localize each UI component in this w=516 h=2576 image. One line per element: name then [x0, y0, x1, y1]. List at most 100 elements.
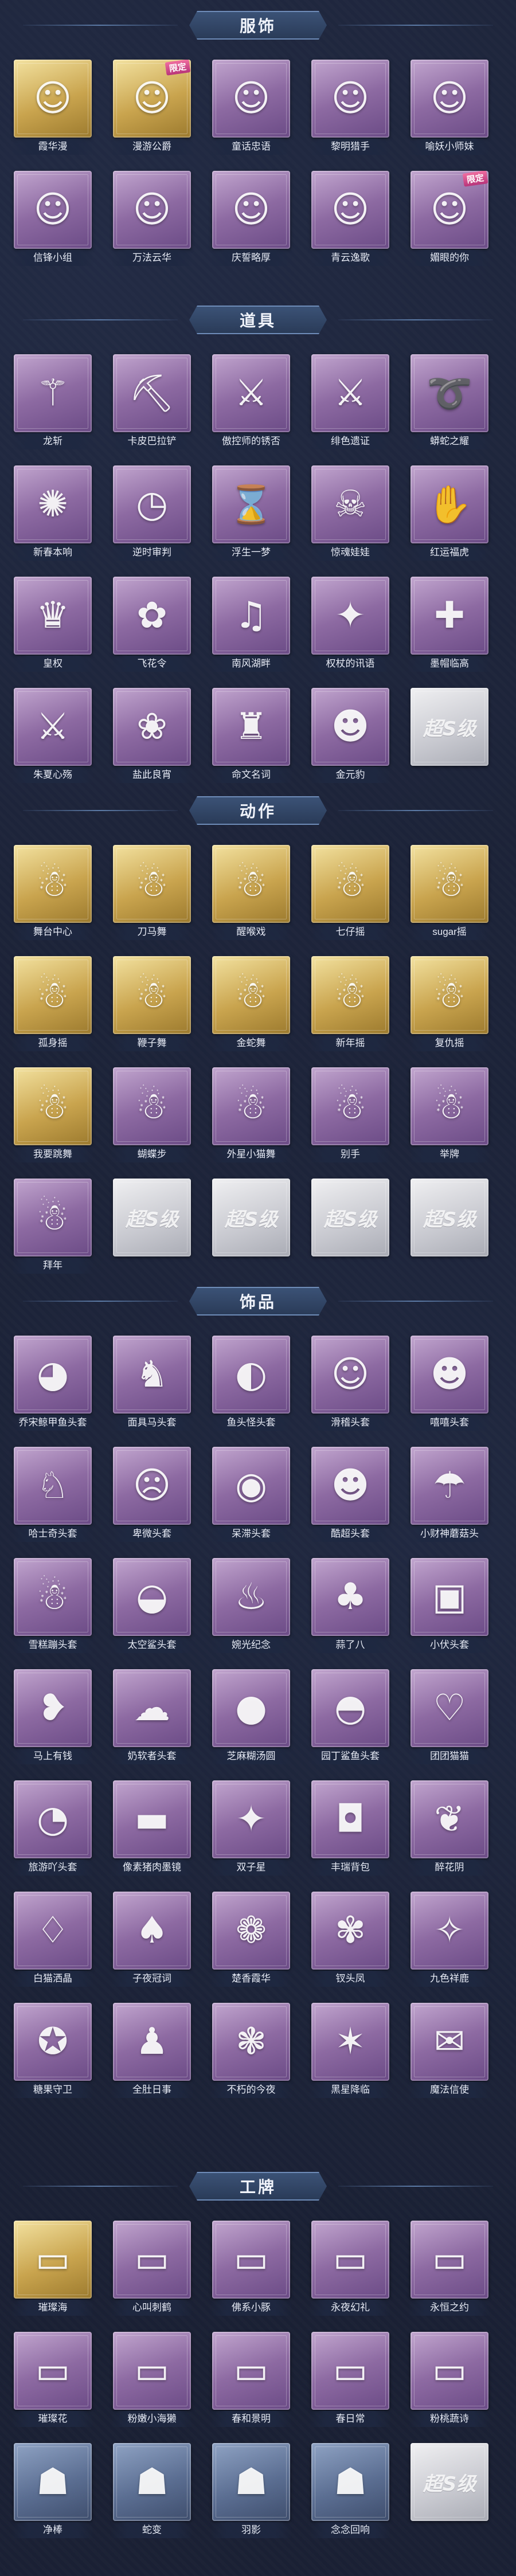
item-card[interactable]: ⚚	[14, 354, 92, 432]
item-tile[interactable]: ❃ 不朽的今夜	[210, 2003, 292, 2100]
item-card[interactable]: ◒	[113, 1558, 191, 1636]
item-tile[interactable]: ❀ 盐此良宵	[111, 688, 193, 785]
item-card[interactable]: ☃	[212, 845, 290, 923]
item-tile[interactable]: ☻ 嘻嘻头套	[408, 1336, 491, 1433]
item-tile[interactable]: ⚚ 龙斩	[11, 354, 94, 452]
item-card[interactable]: ☗	[113, 2443, 191, 2521]
item-card[interactable]: ❃	[212, 2003, 290, 2081]
item-card[interactable]: ⚔	[311, 354, 389, 432]
item-tile[interactable]: ◓ 园丁鲨鱼头套	[309, 1669, 392, 1767]
item-card[interactable]: ▭	[14, 2221, 92, 2299]
item-card[interactable]: ♛	[14, 577, 92, 655]
item-card[interactable]: ☃	[113, 845, 191, 923]
item-card[interactable]: ♘	[14, 1447, 92, 1525]
item-card[interactable]: ▭	[113, 2221, 191, 2299]
item-tile[interactable]: ▭ 粉嫩小海獭	[111, 2332, 193, 2429]
item-card[interactable]: ♠	[113, 1892, 191, 1970]
item-card[interactable]: ☺	[411, 60, 488, 138]
item-tile[interactable]: ◐ 鱼头怪头套	[210, 1336, 292, 1433]
item-tile[interactable]: ☃ 我要跳舞	[11, 1067, 94, 1165]
item-tile[interactable]: ♨ 婉光纪念	[210, 1558, 292, 1655]
item-tile[interactable]: ❥ 马上有钱	[11, 1669, 94, 1767]
item-tile[interactable]: ☻ 金元豹	[309, 688, 392, 785]
item-card[interactable]: ❀	[113, 688, 191, 766]
item-tile[interactable]: 超S级	[408, 688, 491, 785]
item-card[interactable]: ☃	[14, 1179, 92, 1256]
item-tile[interactable]: ☃ 蝴蝶步	[111, 1067, 193, 1165]
item-tile[interactable]: ✉ 魔法信使	[408, 2003, 491, 2100]
item-card[interactable]: ☺ 限定	[411, 171, 488, 249]
item-tile[interactable]: ☗ 净棒	[11, 2443, 94, 2540]
item-card[interactable]: ♟	[113, 2003, 191, 2081]
item-card[interactable]: ✉	[411, 2003, 488, 2081]
item-card[interactable]: ☺	[113, 171, 191, 249]
item-card[interactable]: ▬	[113, 1780, 191, 1858]
item-card[interactable]: ⚔	[212, 354, 290, 432]
item-card[interactable]: ☃	[311, 1067, 389, 1145]
item-card[interactable]: ♢	[14, 1892, 92, 1970]
item-tile[interactable]: ☃ 七仔摇	[309, 845, 392, 942]
item-tile[interactable]: ☗ 念念回响	[309, 2443, 392, 2540]
item-card[interactable]: ▭	[212, 2332, 290, 2410]
item-tile[interactable]: ✿ 飞花令	[111, 577, 193, 674]
item-tile[interactable]: ☺ 童话忠语	[210, 60, 292, 157]
item-tile[interactable]: ◉ 呆滞头套	[210, 1447, 292, 1544]
item-tile[interactable]: ◕ 乔宋鲸甲鱼头套	[11, 1336, 94, 1433]
item-tile[interactable]: ⚔ 绯色遗证	[309, 354, 392, 452]
item-card[interactable]: ☺	[311, 60, 389, 138]
item-tile[interactable]: ☃ 拜年	[11, 1179, 94, 1276]
item-card[interactable]: ☹	[113, 1447, 191, 1525]
item-card[interactable]: ☺	[311, 171, 389, 249]
item-tile[interactable]: ⚔ 朱夏心殇	[11, 688, 94, 785]
item-card[interactable]: ♞	[113, 1336, 191, 1414]
item-tile[interactable]: ♛ 皇权	[11, 577, 94, 674]
item-card[interactable]: 超S级	[411, 688, 488, 766]
item-tile[interactable]: ☃ 外星小猫舞	[210, 1067, 292, 1165]
item-tile[interactable]: ♣ 蒜了八	[309, 1558, 392, 1655]
item-card[interactable]: ✾	[311, 1892, 389, 1970]
item-card[interactable]: ⛏	[113, 354, 191, 432]
item-card[interactable]: ☠	[311, 465, 389, 543]
item-card[interactable]: ☺ 限定	[113, 60, 191, 138]
item-tile[interactable]: ☺ 黎明猎手	[309, 60, 392, 157]
item-card[interactable]: ✚	[411, 577, 488, 655]
item-card[interactable]: ☁	[113, 1669, 191, 1747]
item-tile[interactable]: ♜ 命文名词	[210, 688, 292, 785]
item-tile[interactable]: ◷ 逆时审判	[111, 465, 193, 563]
item-tile[interactable]: ☠ 惊魂娃娃	[309, 465, 392, 563]
item-tile[interactable]: ♢ 白猫洒晶	[11, 1892, 94, 1989]
item-card[interactable]: ◷	[113, 465, 191, 543]
item-tile[interactable]: ◔ 旅游吖头套	[11, 1780, 94, 1878]
item-card[interactable]: ●	[212, 1669, 290, 1747]
item-tile[interactable]: 超S级	[210, 1179, 292, 1276]
item-tile[interactable]: ▭ 璀璨花	[11, 2332, 94, 2429]
item-card[interactable]: ☺	[212, 60, 290, 138]
item-card[interactable]: ◓	[311, 1669, 389, 1747]
item-card[interactable]: ❁	[212, 1892, 290, 1970]
item-tile[interactable]: ☃ 孤身摇	[11, 956, 94, 1054]
item-card[interactable]: ☻	[311, 688, 389, 766]
item-card[interactable]: ❥	[14, 1669, 92, 1747]
item-tile[interactable]: 超S级	[111, 1179, 193, 1276]
item-card[interactable]: ◐	[212, 1336, 290, 1414]
item-card[interactable]: ☺	[14, 171, 92, 249]
item-tile[interactable]: 超S级	[408, 1179, 491, 1276]
item-card[interactable]: ☃	[113, 956, 191, 1034]
item-tile[interactable]: ✶ 黑星降临	[309, 2003, 392, 2100]
item-card[interactable]: ☃	[411, 956, 488, 1034]
item-card[interactable]: ▭	[411, 2221, 488, 2299]
item-card[interactable]: ▭	[411, 2332, 488, 2410]
item-card[interactable]: ✿	[113, 577, 191, 655]
item-card[interactable]: ◉	[212, 1447, 290, 1525]
item-tile[interactable]: ✚ 墨帽临高	[408, 577, 491, 674]
item-card[interactable]: ✪	[14, 2003, 92, 2081]
item-card[interactable]: ☻	[311, 1447, 389, 1525]
item-tile[interactable]: ▭ 佛系小豚	[210, 2221, 292, 2318]
item-card[interactable]: ▣	[411, 1558, 488, 1636]
item-tile[interactable]: ✦ 双子星	[210, 1780, 292, 1878]
item-tile[interactable]: ☺ 庆誓略厚	[210, 171, 292, 268]
item-tile[interactable]: ♟ 全肚日事	[111, 2003, 193, 2100]
item-card[interactable]: ☻	[411, 1336, 488, 1414]
item-card[interactable]: ♨	[212, 1558, 290, 1636]
item-tile[interactable]: ▭ 春日常	[309, 2332, 392, 2429]
